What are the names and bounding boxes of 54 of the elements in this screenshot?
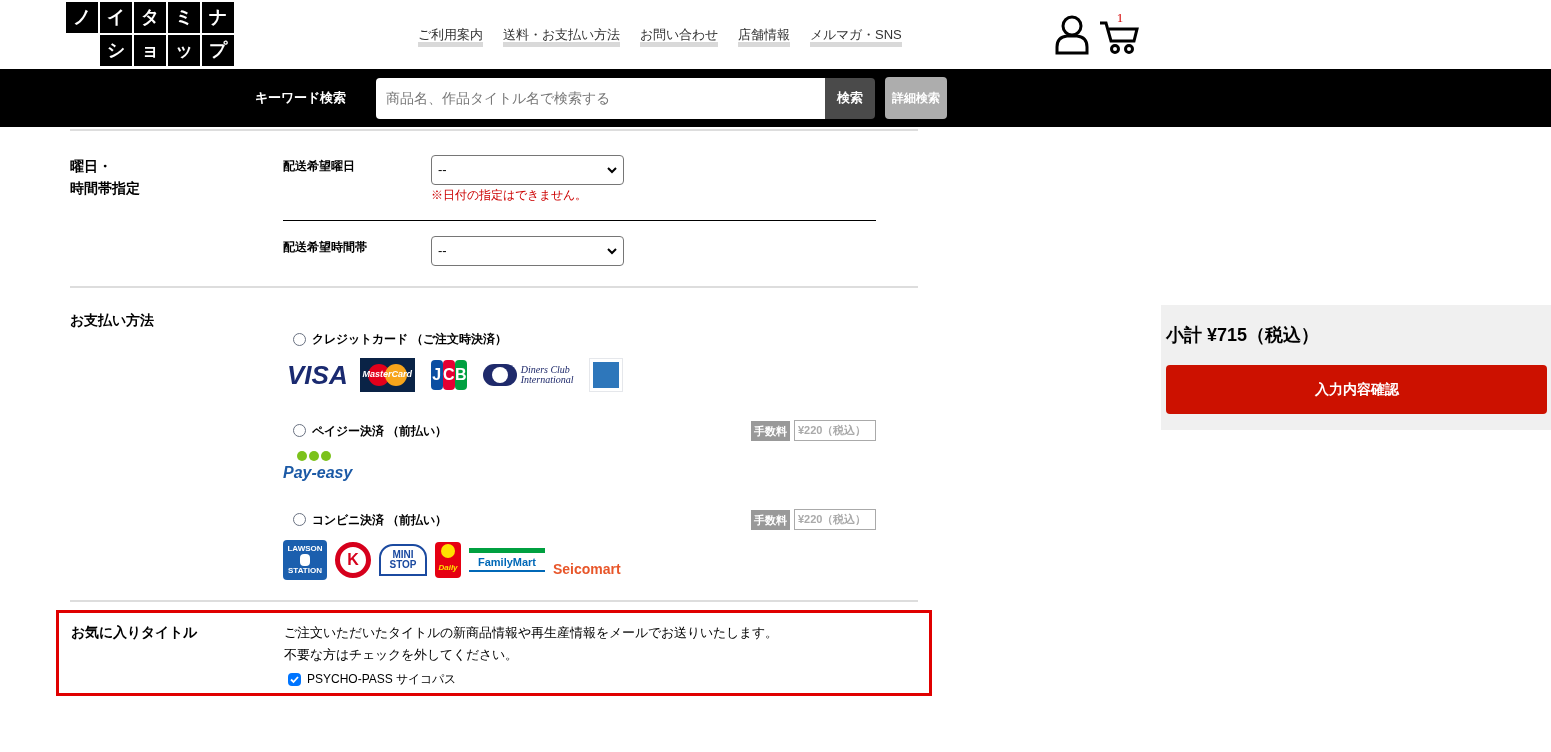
card-logo-icon [589, 358, 624, 392]
nav-link[interactable]: 送料・お支払い方法 [503, 25, 620, 47]
field-label: 配送希望時間帯 [283, 239, 368, 256]
checkbox[interactable] [288, 672, 301, 686]
nav-link[interactable]: メルマガ・SNS [810, 25, 902, 47]
fee-tag: 手数料 [751, 420, 790, 441]
logo-tile[interactable]: ョ [134, 35, 166, 66]
field-label: 配送希望曜日 [283, 158, 356, 175]
select-field[interactable]: -- [431, 236, 624, 266]
pay-easy-logo: Pay-easy [283, 451, 353, 481]
logo-tile[interactable]: プ [202, 35, 234, 66]
subtotal-text: 小計 ¥715（税込） [1166, 324, 1321, 347]
diners-club-logo: Diners Club International [482, 364, 574, 386]
fee-amount: ¥220（税込） [794, 509, 876, 530]
checkbox-label: PSYCHO-PASS サイコパス [307, 671, 457, 688]
section-label: お気に入りタイトル [71, 623, 198, 642]
chevron-down-icon [607, 166, 617, 174]
chevron-down-icon [607, 247, 617, 255]
confirm-button[interactable]: 入力内容確認 [1166, 365, 1547, 414]
section-label: 曜日・ [70, 157, 112, 176]
fee-tag: 手数料 [751, 509, 790, 530]
mastercard-logo: MasterCard [359, 358, 415, 392]
nav-link[interactable]: お問い合わせ [640, 25, 718, 47]
error-message: ※日付の指定はできません。 [431, 187, 588, 204]
daily-yamazaki-logo: Daily [435, 542, 461, 578]
section-label: 時間帯指定 [70, 179, 140, 198]
logo-tile[interactable]: ナ [202, 2, 234, 33]
search-button[interactable]: 検索 [825, 77, 875, 119]
search-field[interactable]: 商品名、作品タイトル名で検索する [376, 77, 825, 119]
payment-option-label[interactable]: ペイジー決済 （前払い） [312, 421, 448, 440]
payment-option-label[interactable]: クレジットカード （ご注文時決済） [312, 330, 508, 348]
user-icon[interactable] [1054, 15, 1089, 55]
logo-tile[interactable]: タ [134, 2, 166, 33]
search-label: キーワード検索 [255, 89, 347, 108]
seicomart-logo: Seicomart [553, 560, 621, 579]
lawson-logo: LAWSON STATION [283, 540, 327, 580]
visa-logo: VISA [286, 362, 349, 388]
logo-tile[interactable]: シ [100, 35, 132, 66]
description-text: ご注文いただいたタイトルの新商品情報や再生産情報をメールでお送りいたします。 [284, 624, 778, 642]
nav-link[interactable]: 店舗情報 [738, 25, 790, 47]
description-text: 不要な方はチェックを外してください。 [284, 646, 519, 664]
circle-k-logo: K [335, 542, 371, 578]
familymart-logo: FamilyMart [469, 548, 545, 572]
ministop-logo: MINI STOP [379, 544, 427, 576]
section-label: お支払い方法 [70, 311, 155, 330]
select-field[interactable]: -- [431, 155, 624, 185]
nav-link[interactable]: ご利用案内 [418, 25, 483, 47]
fee-amount: ¥220（税込） [794, 420, 876, 441]
logo-tile[interactable]: ミ [168, 2, 200, 33]
payment-option-label[interactable]: コンビニ決済 （前払い） [312, 510, 448, 529]
logo-tile[interactable]: イ [100, 2, 132, 33]
logo-tile[interactable]: ッ [168, 35, 200, 66]
logo-tile[interactable]: ノ [66, 2, 98, 33]
jcb-logo: JCB [430, 360, 467, 390]
